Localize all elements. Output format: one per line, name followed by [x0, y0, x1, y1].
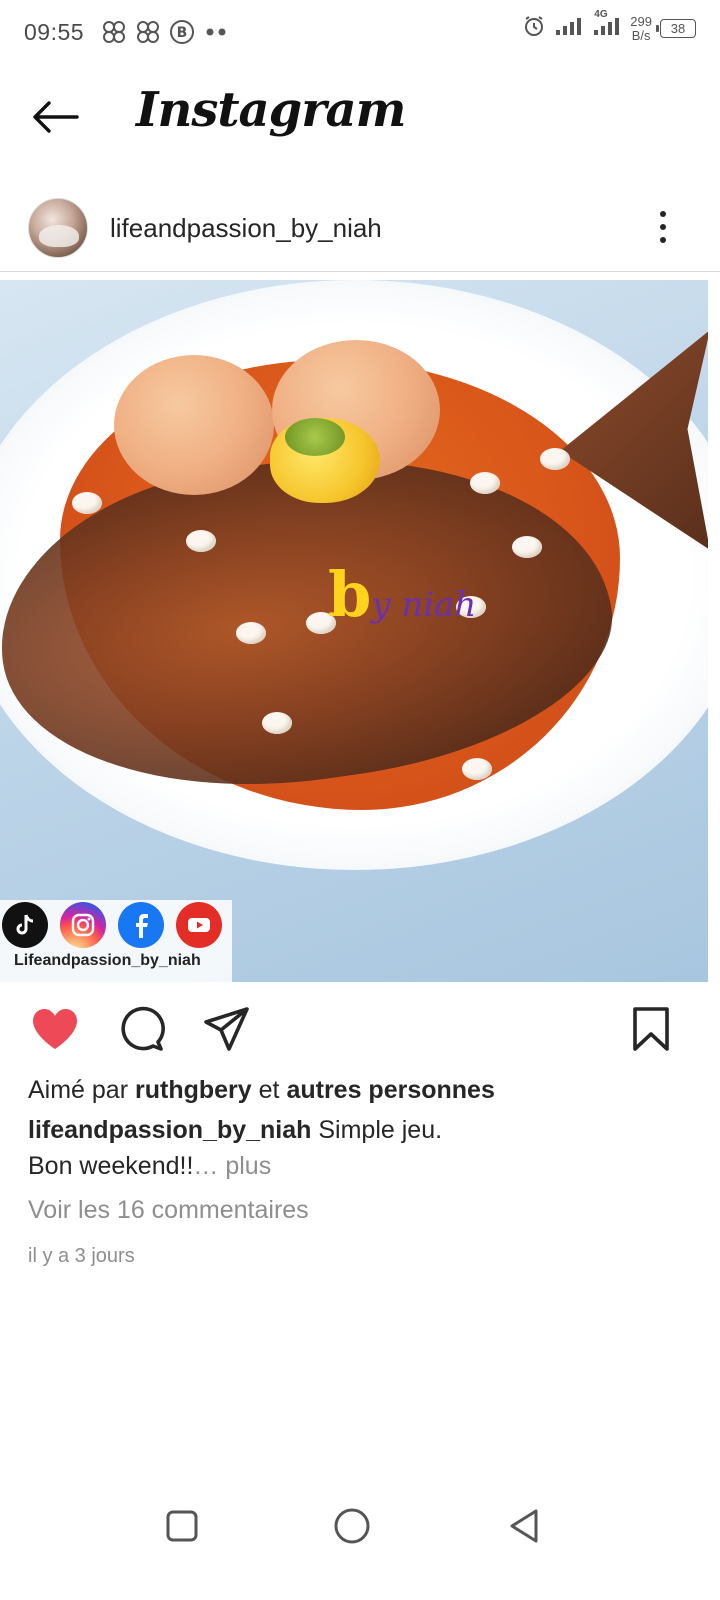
youtube-icon: [176, 902, 222, 948]
social-strip: Lifeandpassion_by_niah: [0, 900, 232, 982]
garlic-slice: [236, 622, 266, 644]
b-circle-icon: B: [168, 18, 196, 46]
recent-apps-button[interactable]: [156, 1500, 208, 1552]
share-button[interactable]: [202, 1004, 252, 1054]
likes-mid: et: [258, 1076, 280, 1104]
heart-icon: [33, 1009, 77, 1049]
circle-icon: [334, 1508, 370, 1544]
instagram-logo: Instagram: [136, 82, 406, 138]
status-bar: 09:55 B 4G 299 B/s 38: [0, 0, 720, 64]
more-dot-icon: [660, 224, 666, 230]
net-speed-value: 299: [630, 13, 652, 29]
pinwheel-icon: [134, 18, 162, 46]
comment-icon: [121, 1006, 165, 1051]
social-icons: [2, 902, 222, 948]
square-icon: [166, 1510, 198, 1542]
caption-author[interactable]: lifeandpassion_by_niah: [28, 1116, 311, 1144]
status-left-icons: B: [100, 18, 230, 46]
svg-text:B: B: [177, 25, 188, 41]
triangle-back-icon: [510, 1509, 538, 1543]
watermark-b: b: [328, 558, 372, 631]
back-button[interactable]: [28, 94, 82, 140]
more-dot-icon: [660, 211, 666, 217]
bookmark-icon: [633, 1007, 669, 1051]
post-header: lifeandpassion_by_niah: [0, 186, 720, 272]
garlic-slice: [540, 448, 570, 470]
caption-line: Bon weekend!!… plus: [28, 1148, 688, 1184]
facebook-icon: [118, 902, 164, 948]
dough-ball: [114, 355, 274, 495]
pinwheel-icon: [100, 18, 128, 46]
garlic-slice: [462, 758, 492, 780]
app-header: Instagram: [0, 64, 720, 174]
view-comments-link[interactable]: Voir les 16 commentaires: [28, 1192, 688, 1228]
avatar[interactable]: [28, 198, 88, 258]
home-button[interactable]: [326, 1500, 378, 1552]
tiktok-icon: [2, 902, 48, 948]
garlic-slice: [72, 492, 102, 514]
garlic-slice: [470, 472, 500, 494]
instagram-icon: [60, 902, 106, 948]
save-button[interactable]: [626, 1004, 676, 1054]
more-options-button[interactable]: [648, 204, 678, 250]
garlic-slice: [512, 536, 542, 558]
more-dot-icon: [660, 237, 666, 243]
caption-text: Bon weekend!!: [28, 1152, 194, 1180]
system-nav-bar: [0, 1490, 720, 1560]
comment-button[interactable]: [116, 1004, 166, 1054]
back-nav-button[interactable]: [498, 1500, 550, 1552]
likes-prefix: Aimé par: [28, 1076, 129, 1104]
liked-by-user[interactable]: ruthgbery: [135, 1076, 252, 1104]
post-username[interactable]: lifeandpassion_by_niah: [110, 213, 382, 244]
arrow-left-icon: [33, 101, 79, 133]
caption-text: Simple jeu.: [318, 1116, 443, 1144]
network-signal-icon: 4G: [592, 9, 622, 42]
image-watermark: by niah: [328, 558, 476, 631]
signal-icon: [554, 15, 584, 42]
status-right: 4G 299 B/s 38: [522, 9, 696, 43]
network-type: 4G: [594, 9, 608, 20]
likes-others[interactable]: autres personnes: [286, 1076, 494, 1104]
battery-indicator: 38: [656, 19, 696, 38]
caption-line: lifeandpassion_by_niah Simple jeu.: [28, 1112, 688, 1148]
garlic-slice: [262, 712, 292, 734]
dots-icon: [202, 18, 230, 46]
social-handle: Lifeandpassion_by_niah: [14, 952, 201, 969]
alarm-icon: [522, 14, 546, 43]
pepper-stem: [285, 418, 345, 456]
post-image[interactable]: by niah Lifeandpassion_by_niah: [0, 280, 708, 982]
caption-more-link[interactable]: … plus: [193, 1152, 271, 1180]
send-icon: [204, 1007, 249, 1051]
like-button[interactable]: [30, 1004, 80, 1054]
net-speed: 299 B/s: [630, 13, 652, 43]
garlic-slice: [186, 530, 216, 552]
status-time: 09:55: [24, 19, 85, 45]
watermark-text: y niah: [371, 585, 477, 625]
likes-line: Aimé par ruthgbery et autres personnes: [28, 1072, 688, 1108]
net-speed-unit: B/s: [631, 27, 651, 43]
post-actions: [0, 996, 720, 1060]
post-timestamp: il y a 3 jours: [28, 1245, 135, 1267]
